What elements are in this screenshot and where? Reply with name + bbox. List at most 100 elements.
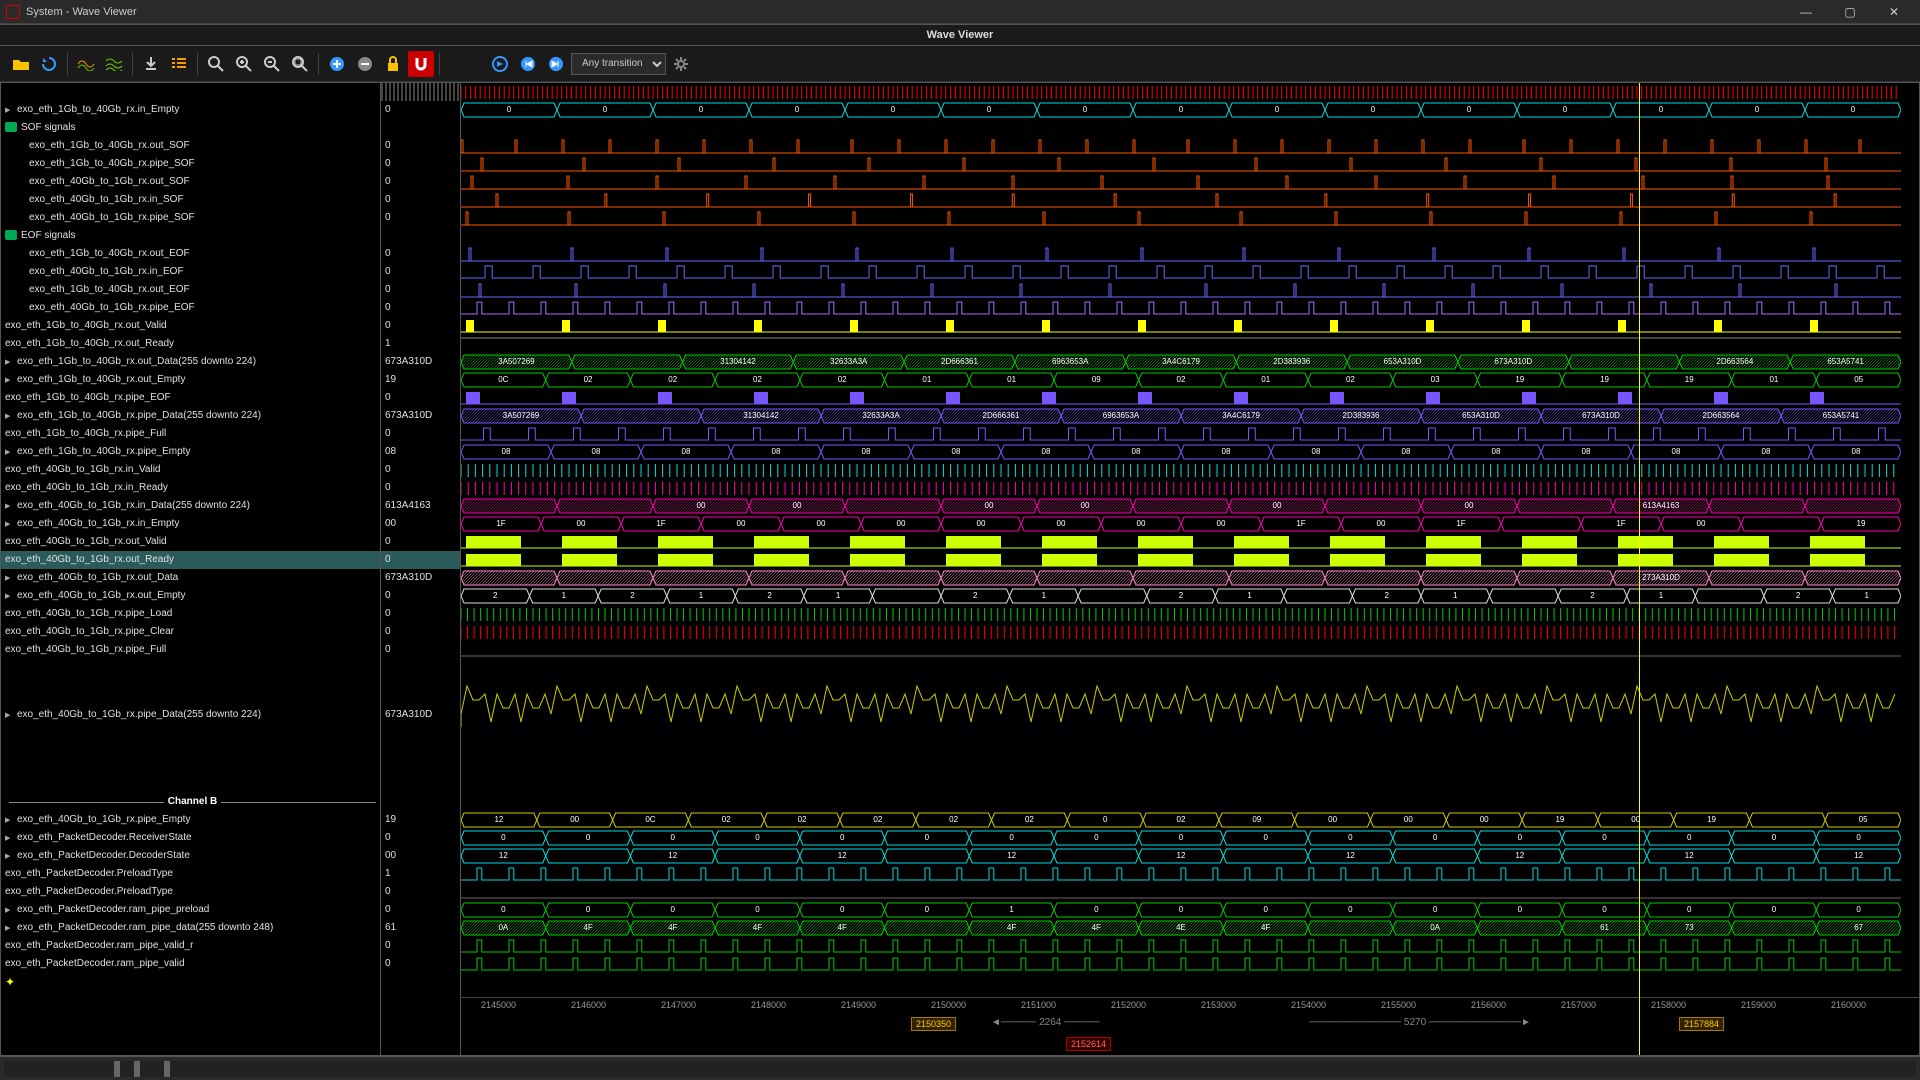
- signal-name-row[interactable]: exo_eth_40Gb_to_1Gb_rx.pipe_Clear: [1, 623, 380, 641]
- zoom-button[interactable]: [203, 51, 229, 77]
- waveform-row[interactable]: 00000010000000000: [461, 901, 1919, 919]
- signal-name-row[interactable]: [1, 659, 380, 677]
- close-button[interactable]: ✕: [1874, 2, 1914, 22]
- marker-right[interactable]: 2157884: [1679, 1017, 1724, 1031]
- waveform-row[interactable]: 12000C02020202020020900000019001905: [461, 811, 1919, 829]
- signal-name-row[interactable]: exo_eth_1Gb_to_40Gb_rx.out_Data(255 down…: [1, 353, 380, 371]
- signal-name-row[interactable]: exo_eth_40Gb_to_1Gb_rx.in_Ready: [1, 479, 380, 497]
- wave-grid-button[interactable]: [101, 51, 127, 77]
- waveform-row[interactable]: [461, 955, 1919, 973]
- signal-name-row[interactable]: exo_eth_40Gb_to_1Gb_rx.in_Valid: [1, 461, 380, 479]
- waveform-row[interactable]: 000000000000000: [461, 101, 1919, 119]
- signal-name-row[interactable]: exo_eth_1Gb_to_40Gb_rx.pipe_EOF: [1, 389, 380, 407]
- waveform-row[interactable]: [461, 155, 1919, 173]
- signal-name-row[interactable]: exo_eth_40Gb_to_1Gb_rx.out_SOF: [1, 173, 380, 191]
- waveform-row[interactable]: 0A4F4F4F4F4F4F4E4F0A617367: [461, 919, 1919, 937]
- signal-name-row[interactable]: exo_eth_1Gb_to_40Gb_rx.out_SOF: [1, 137, 380, 155]
- signal-name-row[interactable]: exo_eth_1Gb_to_40Gb_rx.pipe_Empty: [1, 443, 380, 461]
- signal-name-row[interactable]: [1, 753, 380, 793]
- marker-left[interactable]: 2150350: [911, 1017, 956, 1031]
- minimize-button[interactable]: —: [1786, 2, 1826, 22]
- waveform-row[interactable]: 121212121212121212: [461, 847, 1919, 865]
- signal-name-row[interactable]: exo_eth_1Gb_to_40Gb_rx.out_Ready: [1, 335, 380, 353]
- signal-name-row[interactable]: exo_eth_PacketDecoder.DecoderState: [1, 847, 380, 865]
- signal-name-row[interactable]: exo_eth_40Gb_to_1Gb_rx.pipe_Load: [1, 605, 380, 623]
- signal-name-row[interactable]: exo_eth_1Gb_to_40Gb_rx.pipe_Data(255 dow…: [1, 407, 380, 425]
- signal-name-row[interactable]: exo_eth_1Gb_to_40Gb_rx.out_Valid: [1, 317, 380, 335]
- waveform-row[interactable]: [461, 533, 1919, 551]
- signal-name-row[interactable]: exo_eth_40Gb_to_1Gb_rx.pipe_EOF: [1, 299, 380, 317]
- signal-name-row[interactable]: exo_eth_PacketDecoder.PreloadType: [1, 883, 380, 901]
- waveform-row[interactable]: [461, 937, 1919, 955]
- waveform-row[interactable]: 0C02020202010109020102031919190105: [461, 371, 1919, 389]
- zoom-out-button[interactable]: [259, 51, 285, 77]
- waveform-row[interactable]: [461, 317, 1919, 335]
- waveform-row[interactable]: 3A5072693130414232633A3A2D6663616963653A…: [461, 353, 1919, 371]
- add-button[interactable]: [324, 51, 350, 77]
- waveform-row[interactable]: [461, 173, 1919, 191]
- signal-name-row[interactable]: exo_eth_1Gb_to_40Gb_rx.out_EOF: [1, 281, 380, 299]
- waveform-row[interactable]: [461, 605, 1919, 623]
- signal-name-row[interactable]: Channel B: [1, 793, 380, 811]
- signal-name-row[interactable]: exo_eth_PacketDecoder.ram_pipe_data(255 …: [1, 919, 380, 937]
- scrollbar-thumb[interactable]: [164, 1061, 170, 1077]
- signal-name-row[interactable]: exo_eth_1Gb_to_40Gb_rx.pipe_SOF: [1, 155, 380, 173]
- wave-style-button[interactable]: [73, 51, 99, 77]
- zoom-fit-button[interactable]: [287, 51, 313, 77]
- signal-name-row[interactable]: exo_eth_PacketDecoder.ram_pipe_preload: [1, 901, 380, 919]
- waveform-row[interactable]: [461, 191, 1919, 209]
- settings-button[interactable]: [668, 51, 694, 77]
- cursor-handle-icon[interactable]: ✦: [5, 975, 15, 989]
- signal-names-panel[interactable]: exo_eth_1Gb_to_40Gb_rx.in_EmptySOF signa…: [1, 83, 381, 1055]
- prev-edge-button[interactable]: [515, 51, 541, 77]
- signal-name-row[interactable]: exo_eth_1Gb_to_40Gb_rx.out_Empty: [1, 371, 380, 389]
- cursor-line[interactable]: [1639, 83, 1640, 1055]
- waveform-row[interactable]: 00000000000000000: [461, 829, 1919, 847]
- waveform-row[interactable]: [461, 299, 1919, 317]
- waveform-row[interactable]: [461, 659, 1919, 677]
- remove-button[interactable]: [352, 51, 378, 77]
- signal-name-row[interactable]: exo_eth_40Gb_to_1Gb_rx.pipe_Empty: [1, 811, 380, 829]
- waveform-row[interactable]: 000000000000613A4163: [461, 497, 1919, 515]
- waveform-row[interactable]: [461, 753, 1919, 793]
- waveform-area[interactable]: 000000000000000 3A5072693130414232633A3A2…: [461, 83, 1919, 1055]
- signal-name-row[interactable]: exo_eth_40Gb_to_1Gb_rx.in_EOF: [1, 263, 380, 281]
- signal-name-row[interactable]: exo_eth_PacketDecoder.ram_pipe_valid_r: [1, 937, 380, 955]
- waveform-row[interactable]: [461, 227, 1919, 245]
- open-file-button[interactable]: [8, 51, 34, 77]
- signal-name-row[interactable]: exo_eth_40Gb_to_1Gb_rx.out_Valid: [1, 533, 380, 551]
- waveform-row[interactable]: [461, 425, 1919, 443]
- signal-name-row[interactable]: exo_eth_40Gb_to_1Gb_rx.in_Data(255 downt…: [1, 497, 380, 515]
- zoom-in-button[interactable]: [231, 51, 257, 77]
- goto-button[interactable]: [487, 51, 513, 77]
- signal-name-row[interactable]: exo_eth_40Gb_to_1Gb_rx.pipe_Data(255 dow…: [1, 677, 380, 753]
- signal-name-row[interactable]: exo_eth_40Gb_to_1Gb_rx.out_Data: [1, 569, 380, 587]
- waveform-row[interactable]: [461, 263, 1919, 281]
- next-edge-button[interactable]: [543, 51, 569, 77]
- waveform-row[interactable]: [461, 119, 1919, 137]
- export-button[interactable]: [138, 51, 164, 77]
- waveform-row[interactable]: [461, 623, 1919, 641]
- waveform-row[interactable]: 1F001F000000000000001F001F1F0019: [461, 515, 1919, 533]
- signal-name-row[interactable]: exo_eth_40Gb_to_1Gb_rx.pipe_SOF: [1, 209, 380, 227]
- waveform-row[interactable]: [461, 461, 1919, 479]
- waveform-row[interactable]: [461, 641, 1919, 659]
- signal-name-row[interactable]: EOF signals: [1, 227, 380, 245]
- signal-name-row[interactable]: exo_eth_PacketDecoder.PreloadType: [1, 865, 380, 883]
- lock-button[interactable]: [380, 51, 406, 77]
- waveform-row[interactable]: [461, 551, 1919, 569]
- marker-red[interactable]: 2152614: [1066, 1037, 1111, 1051]
- scrollbar-thumb[interactable]: [134, 1061, 140, 1077]
- reload-button[interactable]: [36, 51, 62, 77]
- signal-name-row[interactable]: exo_eth_1Gb_to_40Gb_rx.in_Empty: [1, 101, 380, 119]
- signal-name-row[interactable]: exo_eth_40Gb_to_1Gb_rx.out_Ready: [1, 551, 380, 569]
- transition-select[interactable]: Any transition: [571, 53, 666, 75]
- magnet-button[interactable]: [408, 51, 434, 77]
- signal-name-row[interactable]: exo_eth_40Gb_to_1Gb_rx.in_Empty: [1, 515, 380, 533]
- waveform-row[interactable]: [461, 793, 1919, 811]
- waveform-row[interactable]: [461, 677, 1919, 753]
- signal-name-row[interactable]: exo_eth_40Gb_to_1Gb_rx.in_SOF: [1, 191, 380, 209]
- time-ruler[interactable]: 2145000214600021470002148000214900021500…: [461, 997, 1919, 1015]
- signal-name-row[interactable]: exo_eth_PacketDecoder.ReceiverState: [1, 829, 380, 847]
- waveform-row[interactable]: [461, 209, 1919, 227]
